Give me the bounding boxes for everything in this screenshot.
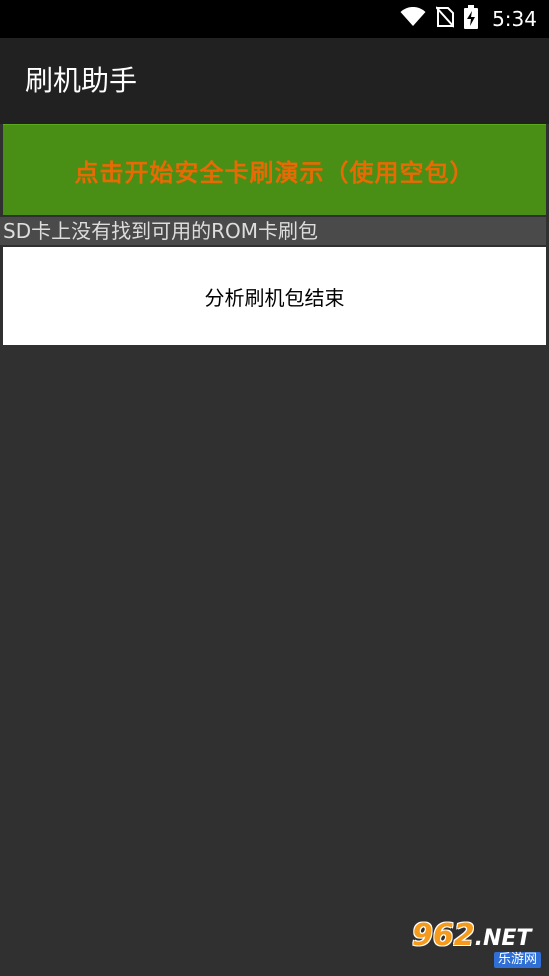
watermark-main: 962.NET (412, 920, 531, 955)
watermark-sub: 乐游网 (493, 952, 541, 968)
watermark-logo: 962.NET 乐游网 (408, 920, 545, 968)
wifi-icon (400, 6, 426, 31)
start-flash-demo-label: 点击开始安全卡刷演示（使用空包） (74, 158, 475, 187)
status-icons: 5:34 (400, 0, 537, 38)
status-time: 5:34 (492, 7, 537, 31)
app-title: 刷机助手 (25, 64, 138, 97)
result-panel: 分析刷机包结束 (3, 247, 546, 345)
watermark-number: 962 (412, 918, 475, 953)
battery-charging-icon (464, 5, 479, 33)
start-flash-demo-button[interactable]: 点击开始安全卡刷演示（使用空包） (3, 124, 546, 215)
watermark-suffix: .NET (474, 926, 532, 951)
no-sim-icon (435, 6, 455, 32)
result-text: 分析刷机包结束 (204, 285, 345, 310)
status-message: SD卡上没有找到可用的ROM卡刷包 (0, 217, 546, 245)
status-bar: 5:34 (0, 0, 549, 38)
app-bar: 刷机助手 (0, 38, 549, 124)
